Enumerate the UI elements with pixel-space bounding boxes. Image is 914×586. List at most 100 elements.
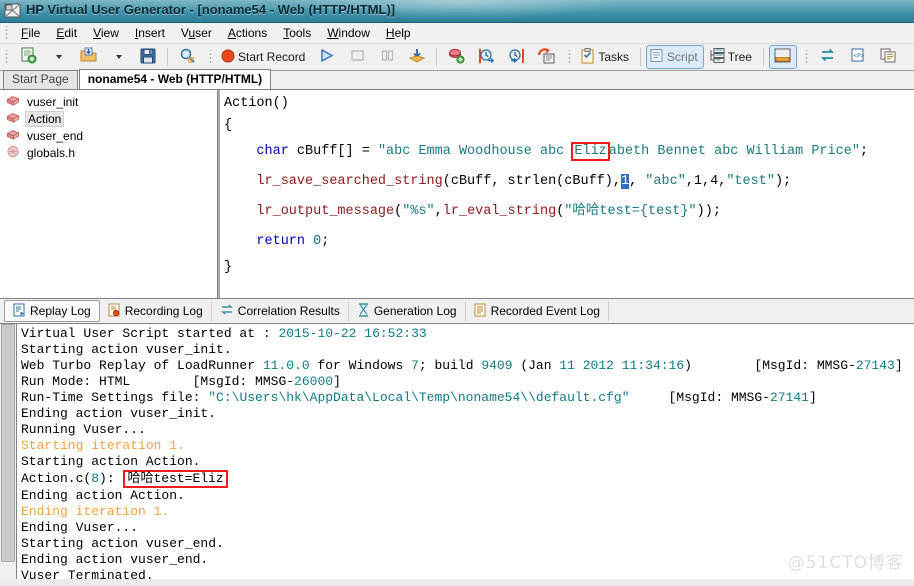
code-text: )); [696, 204, 721, 219]
tree-view-button[interactable]: Tree [706, 45, 758, 69]
log-build: 9409 [481, 358, 513, 373]
toolbar-grip-4[interactable] [803, 49, 810, 65]
chevron-down-icon [116, 55, 122, 59]
log-text: ] [894, 358, 903, 373]
log-line-1: Virtual User Script started at : [21, 326, 279, 341]
menu-help[interactable]: Help [378, 24, 419, 42]
tab-label: Replay Log [30, 304, 91, 318]
menu-edit[interactable]: Edit [48, 24, 85, 42]
tab-replay-log[interactable]: Replay Log [4, 300, 100, 322]
code-line-5: lr_output_message("%s",lr_eval_string("哈… [224, 197, 914, 227]
copy-icon [880, 48, 896, 66]
code-text: , [434, 204, 443, 219]
toolbar-grip-1[interactable] [4, 49, 10, 65]
tasks-button[interactable]: Tasks [577, 45, 635, 69]
new-script-button[interactable] [14, 45, 42, 69]
play-icon [319, 48, 335, 66]
start-record-button[interactable]: Start Record [218, 45, 311, 69]
log-line-4: Run Mode: HTML [MsgId: MMSG- [21, 374, 295, 389]
log-text: (Jan [512, 358, 560, 373]
script-sections-tree[interactable]: vuser_init Action vuser_end globals.h [0, 90, 218, 298]
pause-button[interactable] [373, 45, 401, 69]
watermark: @51CTO博客 [787, 553, 904, 573]
find-button[interactable] [173, 45, 201, 69]
log-text: ; build [418, 358, 482, 373]
download-button[interactable] [403, 45, 431, 69]
log-line-12: Ending iteration 1. [21, 504, 170, 519]
log-text: for Windows [309, 358, 412, 373]
script-icon [649, 48, 664, 66]
save-button[interactable] [134, 45, 162, 69]
log-text: ] [333, 374, 341, 389]
tree-item-vuser-init[interactable]: vuser_init [4, 93, 217, 110]
tree-item-label: vuser_end [27, 128, 84, 143]
run-button[interactable] [313, 45, 341, 69]
toolbar-grip-2[interactable] [208, 49, 214, 65]
split-view-icon [774, 48, 791, 66]
tree-icon [709, 48, 725, 66]
code-text: ; [321, 234, 330, 249]
code-editor[interactable]: Action() { char cBuff[] = "abc Emma Wood… [218, 90, 914, 298]
code-text: ); [774, 174, 792, 189]
scan-left-button[interactable] [472, 45, 500, 69]
doc-tab-noname54[interactable]: noname54 - Web (HTTP/HTML) [78, 69, 272, 89]
menu-tools[interactable]: Tools [275, 24, 319, 42]
log-os-version: 7 [411, 358, 419, 373]
open-dropdown[interactable] [104, 45, 132, 69]
refresh-button[interactable] [814, 45, 842, 69]
chevron-down-icon [56, 55, 62, 59]
menu-vuser[interactable]: Vuser [173, 24, 220, 42]
tab-recorded-event-log[interactable]: Recorded Event Log [466, 301, 609, 321]
tree-item-action[interactable]: Action [4, 110, 217, 127]
tab-generation-log[interactable]: Generation Log [349, 301, 466, 321]
tab-label: Correlation Results [237, 304, 340, 318]
new-script-dropdown[interactable] [44, 45, 72, 69]
split-view-button[interactable] [768, 45, 797, 69]
recording-log-icon [108, 303, 121, 320]
menu-view[interactable]: View [85, 24, 127, 42]
action-block-icon [6, 111, 20, 127]
log-text: ) [684, 358, 692, 373]
code-text: ; [859, 144, 869, 159]
scan-right-button[interactable] [502, 45, 530, 69]
correlation-button[interactable] [442, 45, 470, 69]
log-scrollbar[interactable] [0, 324, 17, 579]
menu-window[interactable]: Window [319, 24, 378, 42]
tree-item-vuser-end[interactable]: vuser_end [4, 127, 217, 144]
script-view-button[interactable]: Script [646, 45, 704, 69]
menu-actions[interactable]: Actions [220, 24, 275, 42]
parameter-button[interactable]: <P> [844, 45, 872, 69]
copy-button[interactable] [874, 45, 902, 69]
log-build-date: 11 2012 11:34:16 [559, 358, 685, 373]
log-runtime-settings-path: "C:\Users\hk\AppData\Local\Temp\noname54… [208, 390, 630, 405]
open-button[interactable] [74, 45, 102, 69]
log-output-text[interactable]: Virtual User Script started at : 2015-10… [17, 324, 914, 579]
snapshot-button[interactable] [532, 45, 560, 69]
log-msgid-number: 27143 [855, 358, 895, 373]
log-msgid-number: 27141 [769, 390, 809, 405]
menu-file[interactable]: FFileile [13, 24, 48, 42]
editor-gutter-line [218, 90, 220, 298]
code-keyword: char [256, 144, 289, 159]
tab-correlation-results[interactable]: Correlation Results [212, 301, 349, 321]
code-line-6: return 0; [224, 227, 914, 257]
tree-label: Tree [727, 50, 752, 64]
toolbar-separator-2 [436, 48, 438, 66]
menu-insert[interactable]: Insert [127, 24, 173, 42]
menubar-grip[interactable] [4, 25, 10, 41]
code-text: cBuff[] = [288, 144, 378, 159]
stop-button[interactable] [343, 45, 371, 69]
code-number: 0 [305, 234, 322, 249]
tree-item-globals-h[interactable]: globals.h [4, 144, 217, 161]
replay-log-pane: Virtual User Script started at : 2015-10… [0, 324, 914, 579]
toolbar-grip-3[interactable] [567, 49, 574, 65]
doc-tab-start-page[interactable]: Start Page [3, 70, 78, 89]
log-text: ): [99, 471, 123, 486]
code-text: ,1,4, [685, 174, 727, 189]
tree-item-label: Action [25, 110, 65, 127]
log-scrollbar-thumb[interactable] [1, 324, 15, 562]
save-disk-icon [140, 48, 156, 67]
tab-recording-log[interactable]: Recording Log [100, 301, 212, 321]
code-line-7: } [224, 257, 914, 279]
replay-log-icon [13, 303, 26, 320]
